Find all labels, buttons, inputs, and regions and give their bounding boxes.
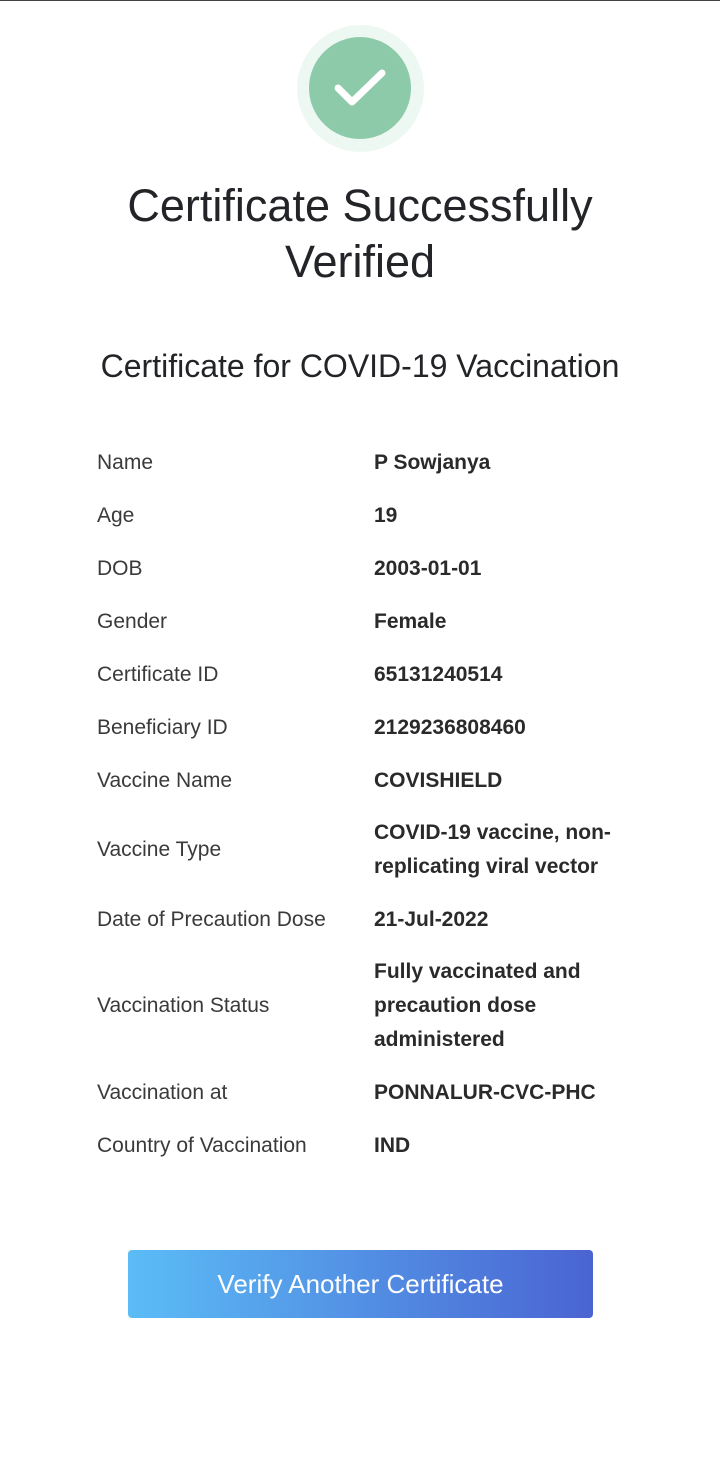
detail-row-name: Name P Sowjanya <box>97 436 657 489</box>
top-divider <box>0 0 720 1</box>
detail-row-vaccine-type: Vaccine Type COVID-19 vaccine, non-repli… <box>97 807 657 893</box>
detail-value: COVID-19 vaccine, non-replicating viral … <box>374 821 611 878</box>
detail-value: Fully vaccinated and precaution dose adm… <box>374 960 581 1051</box>
detail-label: Date of Precaution Dose <box>97 907 326 931</box>
detail-label: Vaccination Status <box>97 994 270 1017</box>
detail-value: 2003-01-01 <box>374 556 482 580</box>
detail-label: Vaccine Name <box>97 768 233 792</box>
detail-row-vaccination-at: Vaccination at PONNALUR-CVC-PHC <box>97 1066 657 1119</box>
detail-label: Name <box>97 450 154 474</box>
detail-value: 21-Jul-2022 <box>374 907 489 931</box>
detail-row-precaution-dose-date: Date of Precaution Dose 21-Jul-2022 <box>97 893 657 946</box>
detail-row-vaccine-name: Vaccine Name COVISHIELD <box>97 754 657 807</box>
detail-row-certificate-id: Certificate ID 65131240514 <box>97 648 657 701</box>
detail-label: Beneficiary ID <box>97 715 228 739</box>
detail-value: COVISHIELD <box>374 768 503 792</box>
detail-value: 65131240514 <box>374 662 503 686</box>
verify-another-certificate-button[interactable]: Verify Another Certificate <box>128 1250 593 1318</box>
detail-row-beneficiary-id: Beneficiary ID 2129236808460 <box>97 701 657 754</box>
detail-label: Vaccine Type <box>97 838 222 861</box>
detail-row-gender: Gender Female <box>97 595 657 648</box>
page-title: Certificate Successfully Verified <box>127 180 593 287</box>
detail-label: Country of Vaccination <box>97 1133 307 1157</box>
detail-row-vaccination-status: Vaccination Status Fully vaccinated and … <box>97 946 657 1066</box>
certificate-subtitle: Certificate for COVID-19 Vaccination <box>100 348 620 384</box>
detail-label: Certificate ID <box>97 662 219 686</box>
checkmark-icon <box>309 37 411 139</box>
certificate-details-table: Name P Sowjanya Age 19 DOB 2003-01-01 Ge… <box>97 436 657 1172</box>
detail-value: 2129236808460 <box>374 715 526 739</box>
detail-value: Female <box>374 609 447 633</box>
detail-value: 19 <box>374 503 398 527</box>
detail-value: IND <box>374 1133 411 1157</box>
detail-value: P Sowjanya <box>374 450 491 474</box>
detail-label: Gender <box>97 609 168 633</box>
detail-row-dob: DOB 2003-01-01 <box>97 542 657 595</box>
detail-row-country: Country of Vaccination IND <box>97 1119 657 1172</box>
detail-value: PONNALUR-CVC-PHC <box>374 1080 596 1104</box>
detail-label: Vaccination at <box>97 1080 228 1104</box>
detail-label: Age <box>97 503 135 527</box>
detail-row-age: Age 19 <box>97 489 657 542</box>
detail-label: DOB <box>97 556 143 580</box>
